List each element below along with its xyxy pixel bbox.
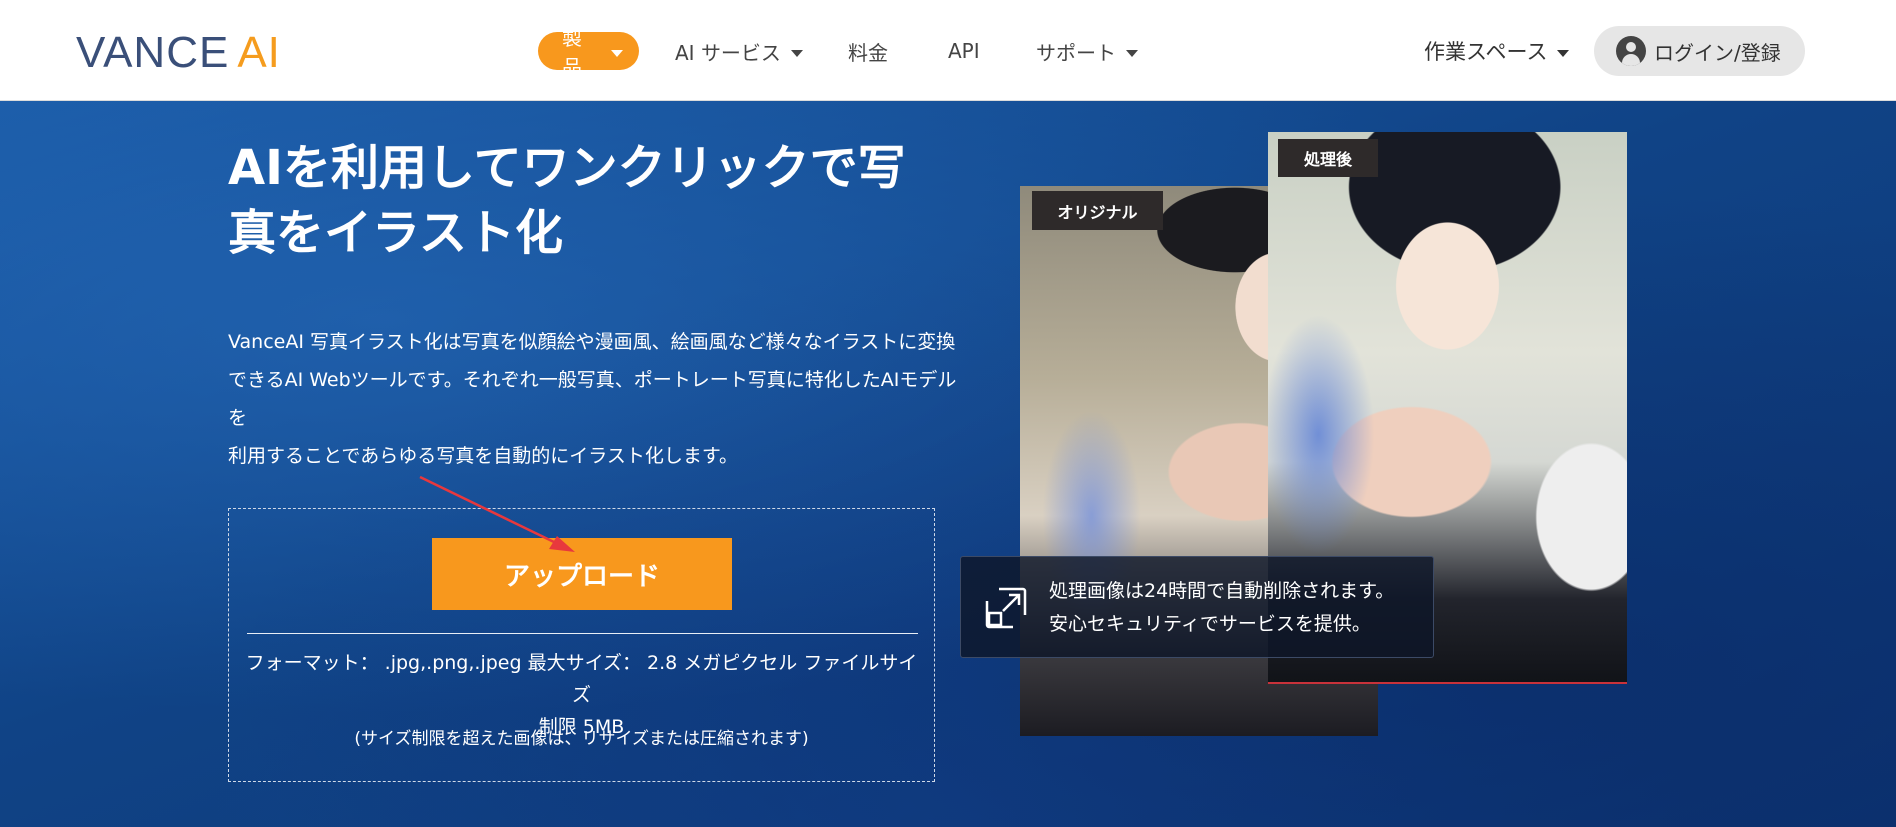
processed-label: 処理後 — [1278, 139, 1378, 177]
nav-pricing-label: 料金 — [848, 40, 888, 65]
notice-line-2: 安心セキュリティでサービスを提供。 — [1049, 613, 1371, 635]
nav-ai-services[interactable]: AI サービス — [675, 32, 803, 70]
headline-line-1: AIを利用してワンクリックで写 — [228, 140, 906, 196]
privacy-notice-text: 処理画像は24時間で自動削除されます。 安心セキュリティでサービスを提供。 — [1049, 575, 1394, 641]
original-label: オリジナル — [1032, 191, 1163, 230]
vanceai-logo[interactable]: VANCE AI — [76, 28, 281, 78]
nav-products-label: 製品 — [562, 26, 582, 79]
top-navigation-bar: VANCE AI 製品 AI サービス 料金 API サポート 作業スペース ログ… — [0, 0, 1896, 101]
nav-pricing[interactable]: 料金 — [848, 32, 888, 70]
hero-description: VanceAI 写真イラスト化は写真を似顔絵や漫画風、絵画風など様々なイラストに… — [228, 323, 968, 475]
workspace-menu[interactable]: 作業スペース — [1424, 32, 1570, 70]
description-line-1: VanceAI 写真イラスト化は写真を似顔絵や漫画風、絵画風など様々なイラストに… — [228, 331, 956, 353]
privacy-notice: 処理画像は24時間で自動削除されます。 安心セキュリティでサービスを提供。 — [960, 556, 1434, 658]
nav-api-label: API — [948, 39, 980, 63]
workspace-label: 作業スペース — [1424, 40, 1548, 64]
format-info-line-1: フォーマット： .jpg,.png,.jpeg 最大サイズ： 2.8 メガピクセ… — [245, 652, 918, 706]
description-line-3: 利用することであらゆる写真を自動的にイラスト化します。 — [228, 445, 738, 467]
description-line-2: できるAI Webツールです。それぞれ一般写真、ポートレート写真に特化したAIモ… — [228, 369, 957, 429]
upload-button[interactable]: アップロード — [432, 538, 732, 610]
page-headline: AIを利用してワンクリックで写 真をイラスト化 — [228, 136, 988, 266]
expand-icon — [985, 587, 1027, 629]
chevron-down-icon — [1557, 49, 1570, 57]
nav-support[interactable]: サポート — [1036, 32, 1138, 70]
nav-api[interactable]: API — [948, 32, 980, 70]
chevron-down-icon — [790, 49, 803, 57]
nav-products[interactable]: 製品 — [538, 26, 639, 79]
login-register-label: ログイン/登録 — [1654, 40, 1781, 65]
login-register-button[interactable]: ログイン/登録 — [1594, 26, 1805, 76]
nav-ai-services-label: AI サービス — [675, 40, 781, 65]
logo-text-ai: AI — [237, 28, 281, 77]
chevron-down-icon — [611, 49, 623, 57]
nav-support-label: サポート — [1036, 40, 1116, 65]
headline-line-2: 真をイラスト化 — [228, 205, 564, 261]
notice-line-1: 処理画像は24時間で自動削除されます。 — [1049, 580, 1395, 602]
user-avatar-icon — [1616, 36, 1646, 66]
chevron-down-icon — [1126, 49, 1138, 57]
resize-note: (サイズ制限を超えた画像は、リサイズまたは圧縮されます) — [354, 729, 809, 749]
logo-text-vance: VANCE — [76, 28, 230, 77]
upload-divider — [247, 633, 918, 634]
